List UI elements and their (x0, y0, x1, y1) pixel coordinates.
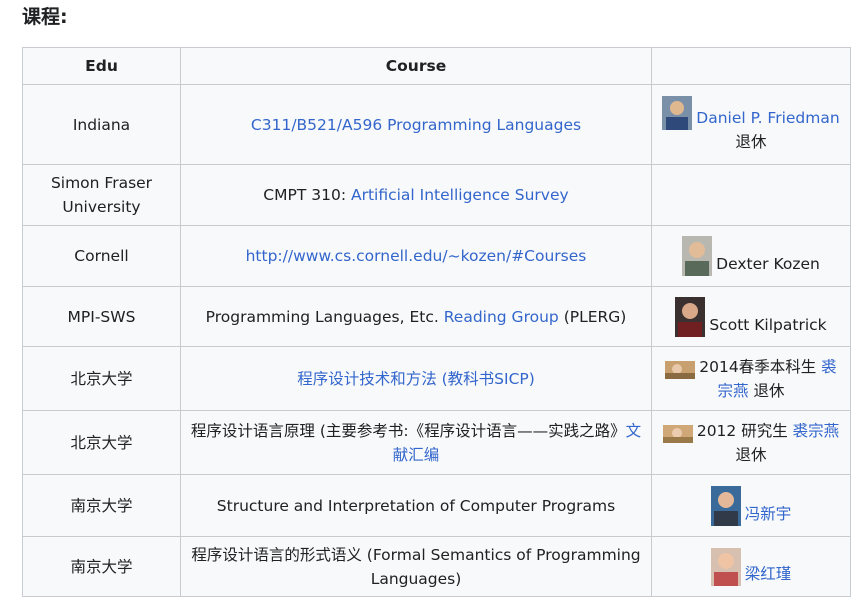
course-cell: 程序设计语言的形式语义 (Formal Semantics of Program… (180, 536, 652, 597)
teacher-cell: 梁红瑾 (651, 536, 851, 597)
course-cell: CMPT 310: Artificial Intelligence Survey (180, 164, 652, 226)
table-row: Simon Fraser University CMPT 310: Artifi… (22, 164, 851, 226)
header-edu: Edu (22, 47, 181, 85)
edu-cell: 南京大学 (22, 474, 181, 537)
portrait-photo-icon[interactable] (662, 95, 693, 130)
course-link[interactable]: Artificial Intelligence Survey (351, 186, 569, 204)
teacher-prefix: 2012 研究生 (696, 421, 793, 440)
teacher-cell: 2014春季本科生 裘宗燕 退休 (651, 346, 851, 411)
edu-cell: 北京大学 (22, 410, 181, 475)
course-link[interactable]: http://www.cs.cornell.edu/~kozen/#Course… (246, 247, 587, 265)
teacher-cell: 2012 研究生 裘宗燕 退休 (651, 410, 851, 475)
course-prefix: 程序设计语言原理 (主要参考书:《程序设计语言——实践之路》 (190, 421, 626, 440)
course-link[interactable]: Reading Group (444, 308, 559, 326)
teacher-name: Scott Kilpatrick (709, 315, 827, 334)
course-cell: Programming Languages, Etc. Reading Grou… (180, 286, 652, 347)
table-row: 北京大学 程序设计语言原理 (主要参考书:《程序设计语言——实践之路》文献汇编 … (22, 410, 851, 475)
edu-cell: 北京大学 (22, 346, 181, 411)
edu-cell: Cornell (22, 225, 181, 287)
course-cell: http://www.cs.cornell.edu/~kozen/#Course… (180, 225, 652, 287)
teacher-link[interactable]: 冯新宇 (745, 505, 792, 523)
table-row: 南京大学 Structure and Interpretation of Com… (22, 474, 851, 537)
teacher-cell: Daniel P. Friedman 退休 (651, 84, 851, 165)
teacher-note: 退休 (735, 445, 767, 464)
portrait-photo-icon[interactable] (662, 424, 693, 443)
section-heading: 课程: (22, 6, 68, 28)
teacher-prefix: 2014春季本科生 (699, 357, 822, 376)
course-suffix: (PLERG) (558, 307, 627, 326)
course-cell: 程序设计技术和方法 (教科书SICP) (180, 346, 652, 411)
teacher-cell (651, 164, 851, 226)
portrait-photo-icon[interactable] (682, 236, 713, 276)
table-row: 北京大学 程序设计技术和方法 (教科书SICP) 2014春季本科生 裘宗燕 退… (22, 346, 851, 411)
course-cell: C311/B521/A596 Programming Languages (180, 84, 652, 165)
teacher-cell: Dexter Kozen (651, 225, 851, 287)
table-row: MPI-SWS Programming Languages, Etc. Read… (22, 286, 851, 347)
edu-cell: Indiana (22, 84, 181, 165)
portrait-photo-icon[interactable] (665, 360, 696, 379)
edu-cell: Simon Fraser University (22, 164, 181, 226)
course-cell: 程序设计语言原理 (主要参考书:《程序设计语言——实践之路》文献汇编 (180, 410, 652, 475)
course-cell: Structure and Interpretation of Computer… (180, 474, 652, 537)
teacher-note: 退休 (748, 381, 785, 400)
teacher-cell: Scott Kilpatrick (651, 286, 851, 347)
table-row: Cornell http://www.cs.cornell.edu/~kozen… (22, 225, 851, 287)
header-course: Course (180, 47, 652, 85)
table-row: 南京大学 程序设计语言的形式语义 (Formal Semantics of Pr… (22, 536, 851, 597)
teacher-link[interactable]: 裘宗燕 (793, 422, 840, 440)
header-teacher (651, 47, 851, 85)
portrait-photo-icon[interactable] (710, 485, 741, 526)
course-link[interactable]: 程序设计技术和方法 (教科书SICP) (297, 370, 535, 388)
teacher-cell: 冯新宇 (651, 474, 851, 537)
teacher-note: 退休 (735, 132, 767, 151)
edu-cell: 南京大学 (22, 536, 181, 597)
edu-cell: MPI-SWS (22, 286, 181, 347)
course-prefix: CMPT 310: (263, 186, 351, 204)
portrait-photo-icon[interactable] (675, 296, 706, 337)
table-row: Indiana C311/B521/A596 Programming Langu… (22, 84, 851, 165)
teacher-name: Dexter Kozen (716, 255, 820, 273)
portrait-photo-icon[interactable] (710, 547, 741, 586)
course-prefix: Programming Languages, Etc. (205, 307, 444, 326)
teacher-link[interactable]: Daniel P. Friedman (696, 109, 839, 127)
course-link[interactable]: C311/B521/A596 Programming Languages (251, 116, 581, 134)
table-header-row: Edu Course (22, 47, 851, 85)
teacher-link[interactable]: 梁红瑾 (745, 565, 792, 583)
courses-table: Edu Course Indiana C311/B521/A596 Progra… (22, 47, 851, 597)
